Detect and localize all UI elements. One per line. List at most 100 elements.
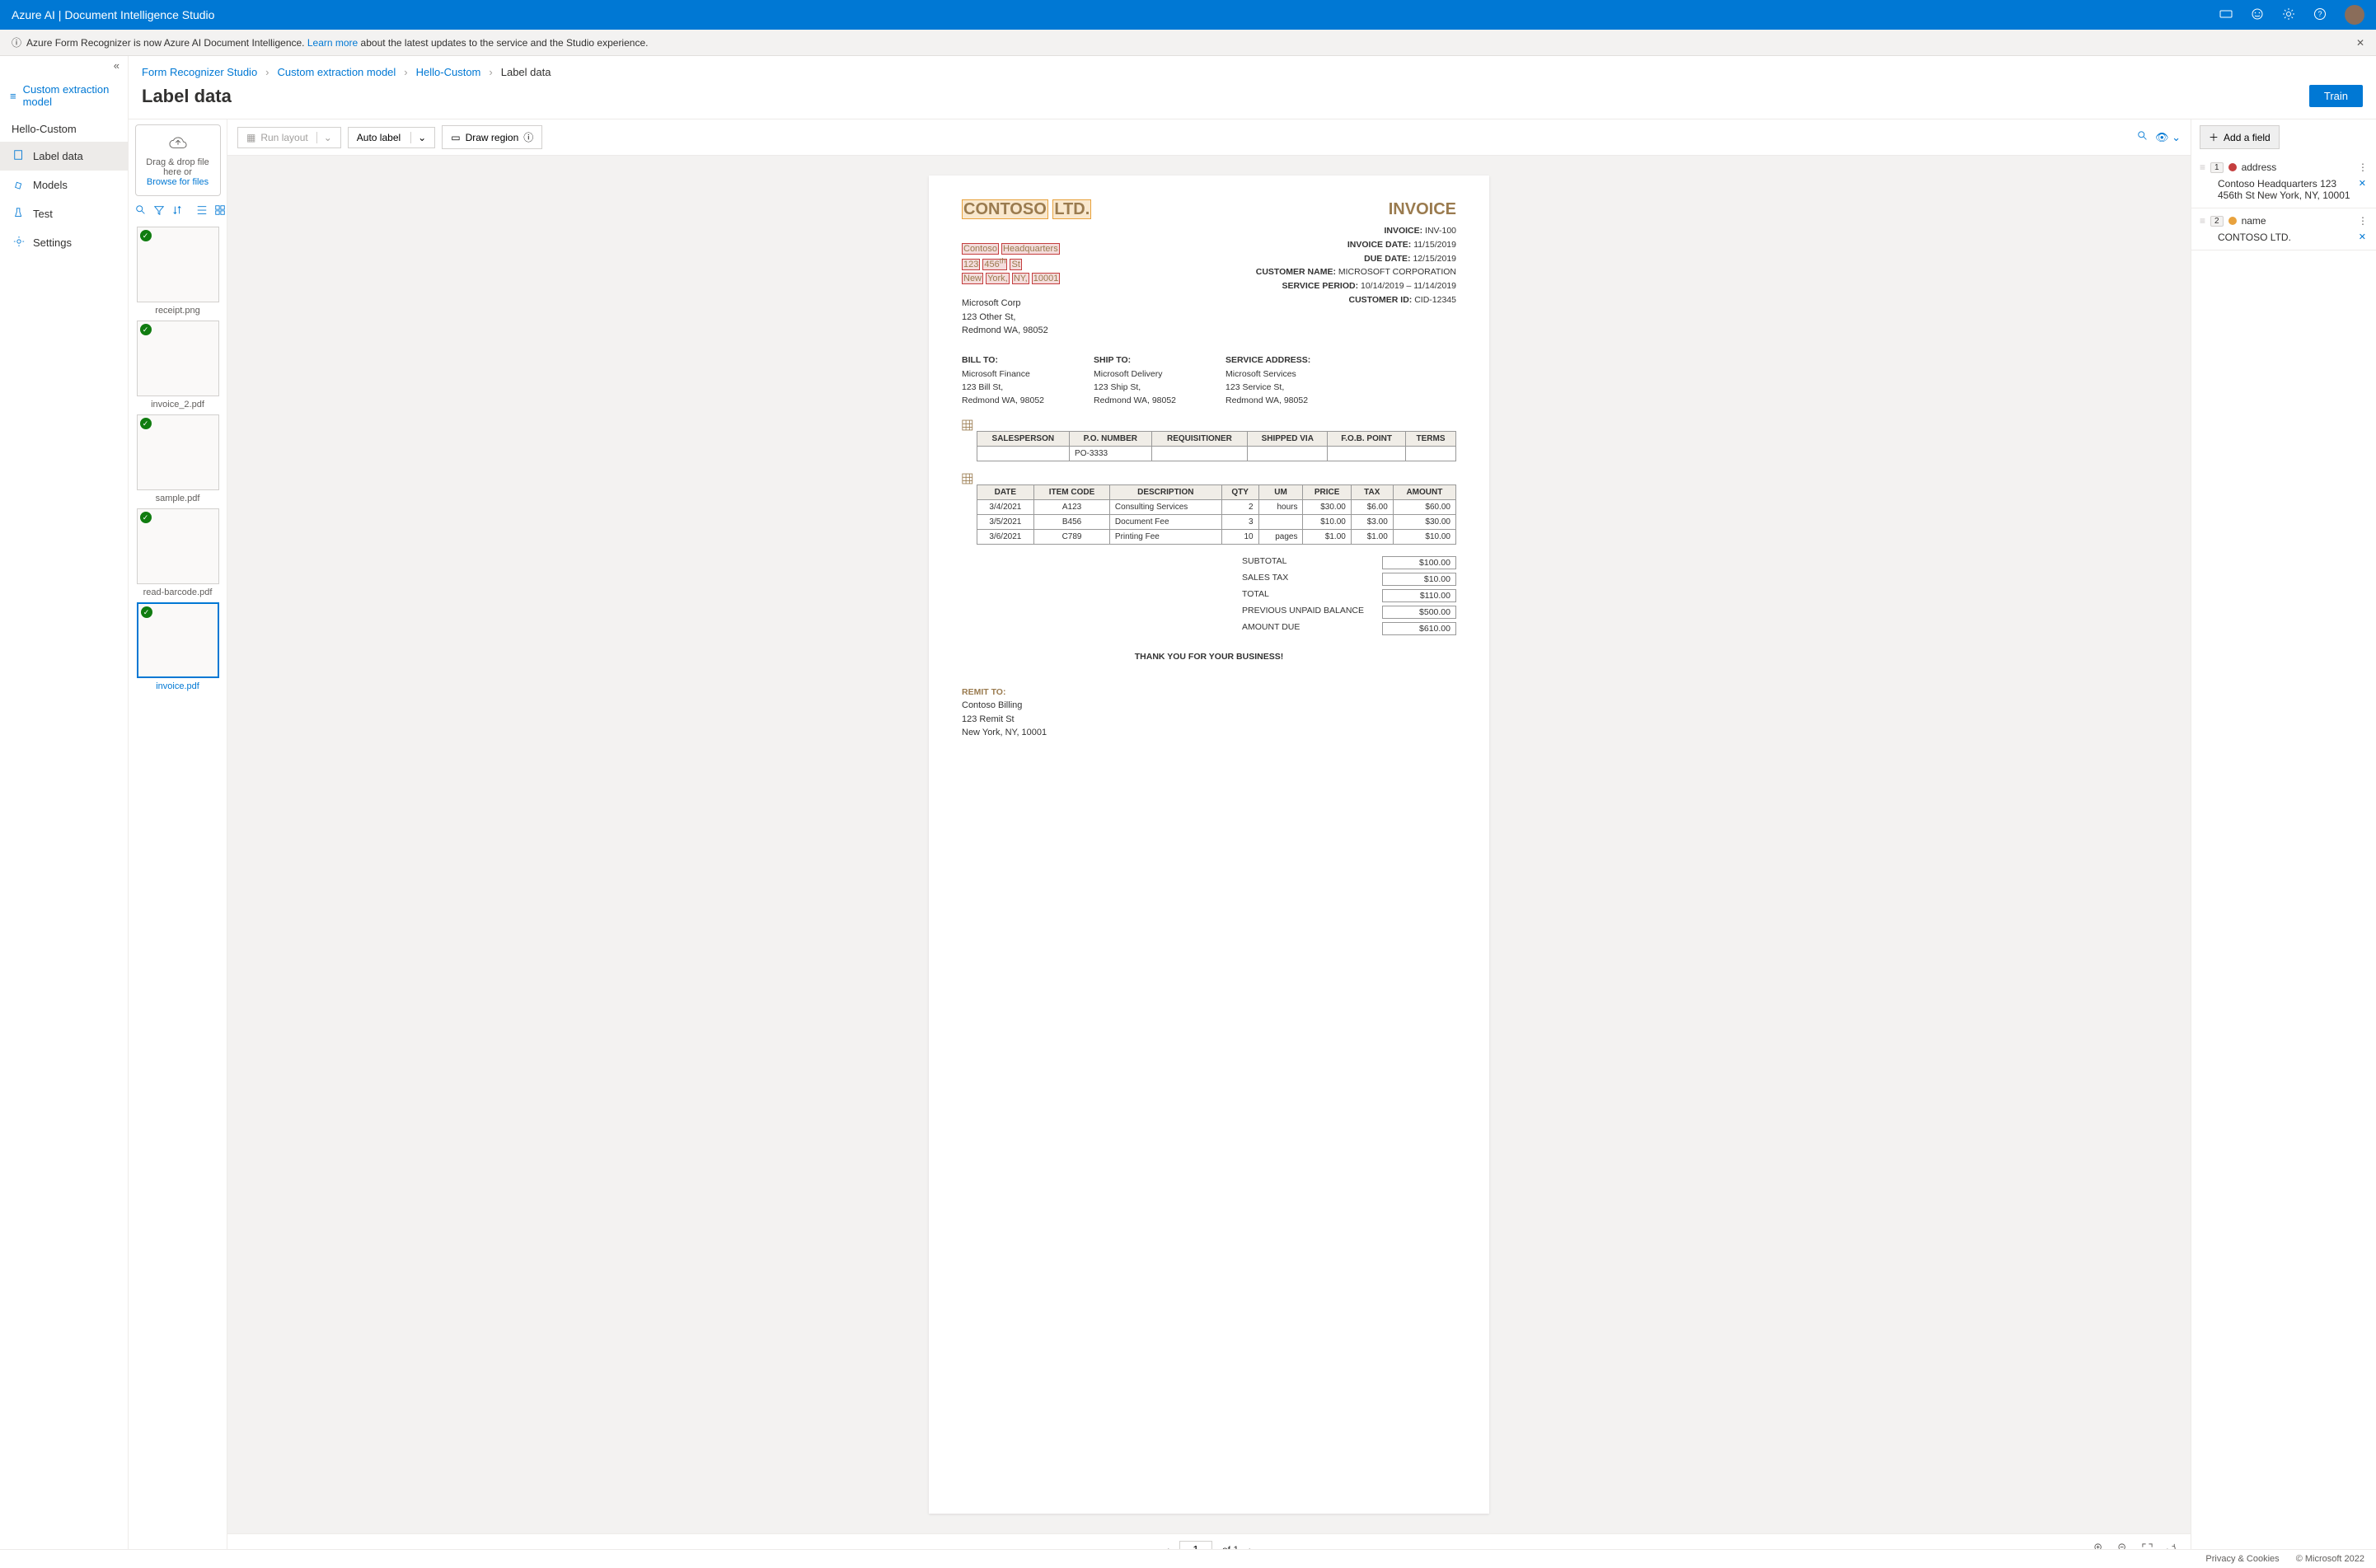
doc-company-address: Contoso Headquarters 123 456th St New Yo… [962, 242, 1091, 285]
breadcrumb-item[interactable]: Custom extraction model [278, 66, 396, 78]
check-icon: ✓ [140, 230, 152, 241]
thumbnail-receipt.png[interactable]: ✓ receipt.png [135, 227, 221, 316]
plus-icon: ＋ [2209, 130, 2219, 144]
color-dot [2228, 163, 2237, 171]
thumbnail-invoice.pdf[interactable]: ✓ invoice.pdf [135, 602, 221, 691]
privacy-link[interactable]: Privacy & Cookies [2205, 1554, 2279, 1564]
doc-company-name: CONTOSO LTD. [962, 200, 1091, 219]
doc-thanks: THANK YOU FOR YOUR BUSINESS! [962, 652, 1456, 662]
document-canvas[interactable]: CONTOSO LTD. Contoso Headquarters 123 45… [227, 156, 2191, 1533]
field-index: 2 [2210, 216, 2224, 227]
color-dot [2228, 217, 2237, 225]
sidebar-model-type[interactable]: ≡ Custom extraction model [0, 75, 128, 116]
thumb-label: receipt.png [135, 302, 221, 316]
sidebar-collapse-icon[interactable]: « [105, 56, 128, 75]
sidebar-item-settings[interactable]: Settings [0, 228, 128, 257]
top-bar-actions: ? [2219, 5, 2364, 25]
nav-icon [13, 236, 25, 250]
breadcrumb-item: Label data [501, 66, 551, 78]
sidebar-item-models[interactable]: Models [0, 171, 128, 199]
sidebar-item-label: Label data [33, 150, 83, 162]
check-icon: ✓ [140, 418, 152, 429]
doc-remit: REMIT TO:Contoso Billing123 Remit StNew … [962, 686, 1456, 740]
breadcrumb-item[interactable]: Hello-Custom [416, 66, 481, 78]
banner-close-icon[interactable]: ✕ [2356, 37, 2364, 49]
chevron-down-icon[interactable]: ⌄ [410, 132, 426, 143]
upload-icon [169, 133, 187, 152]
check-icon: ✓ [141, 606, 152, 618]
browse-files-link[interactable]: Browse for files [147, 177, 209, 187]
doc-table-items: DATEITEM CODEDESCRIPTIONQTYUMPRICETAXAMO… [977, 484, 1456, 545]
more-icon[interactable]: ⋮ [2358, 215, 2368, 227]
page-title: Label data [142, 86, 232, 107]
search-icon[interactable] [2137, 130, 2149, 144]
sort-icon[interactable] [171, 204, 183, 218]
thumb-label: sample.pdf [135, 490, 221, 503]
nav-icon [13, 207, 25, 221]
info-icon: ⓘ [12, 35, 21, 49]
layout-icon: ▦ [246, 132, 255, 143]
more-icon[interactable]: ⋮ [2358, 161, 2368, 173]
draw-region-button[interactable]: ▭Draw regionⓘ [442, 125, 542, 149]
grid-view-icon[interactable] [214, 204, 226, 218]
document-column: ▦Run layout⌄ Auto label⌄ ▭Draw regionⓘ 👁… [227, 119, 2191, 1565]
doc-address-columns: BILL TO:Microsoft Finance123 Bill St,Red… [962, 354, 1456, 408]
settings-icon[interactable] [2282, 7, 2295, 23]
remove-value-icon[interactable]: ✕ [2354, 232, 2366, 242]
model-icon: ≡ [10, 90, 16, 102]
fields-panel: ＋Add a field ≡1address⋮Contoso Headquart… [2191, 119, 2376, 1565]
breadcrumb-item[interactable]: Form Recognizer Studio [142, 66, 257, 78]
info-icon: ⓘ [523, 130, 533, 144]
help-icon[interactable]: ? [2313, 7, 2327, 23]
check-icon: ✓ [140, 512, 152, 523]
field-name: name [2242, 215, 2266, 227]
thumbnail-column: Drag & drop file here or Browse for file… [129, 119, 227, 1565]
field-value: Contoso Headquarters 123 456th St New Yo… [2218, 178, 2354, 201]
sidebar-project-name: Hello-Custom [0, 116, 128, 142]
field-address[interactable]: ≡1address⋮Contoso Headquarters 123 456th… [2191, 155, 2376, 208]
search-icon[interactable] [135, 204, 147, 218]
list-view-icon[interactable] [196, 204, 208, 218]
run-layout-button[interactable]: ▦Run layout⌄ [237, 127, 341, 148]
doc-invoice-meta: INVOICE: INV-100INVOICE DATE: 11/15/2019… [1256, 224, 1456, 307]
thumbnail-invoice_2.pdf[interactable]: ✓ invoice_2.pdf [135, 321, 221, 410]
feedback-icon[interactable] [2251, 7, 2264, 23]
field-name[interactable]: ≡2name⋮CONTOSO LTD.✕ [2191, 208, 2376, 250]
keyboard-icon[interactable] [2219, 7, 2233, 23]
footer-bar: Privacy & Cookies © Microsoft 2022 [0, 1549, 2376, 1568]
thumbnail-sample.pdf[interactable]: ✓ sample.pdf [135, 414, 221, 503]
auto-label-button[interactable]: Auto label⌄ [348, 127, 435, 148]
visibility-icon[interactable]: 👁 ⌄ [2155, 131, 2181, 144]
doc-customer-address: Microsoft Corp123 Other St,Redmond WA, 9… [962, 297, 1091, 338]
top-bar: Azure AI | Document Intelligence Studio … [0, 0, 2376, 30]
sidebar-item-label: Test [33, 208, 53, 220]
thumbnail-read-barcode.pdf[interactable]: ✓ read-barcode.pdf [135, 508, 221, 597]
nav-icon [13, 178, 25, 192]
drag-icon[interactable]: ≡ [2200, 215, 2205, 227]
thumb-tools [135, 201, 221, 222]
add-field-button[interactable]: ＋Add a field [2200, 125, 2280, 149]
chevron-down-icon[interactable]: ⌄ [316, 132, 332, 143]
field-name: address [2242, 161, 2277, 173]
learn-more-link[interactable]: Learn more [307, 37, 358, 49]
thumb-label: invoice.pdf [135, 678, 221, 691]
copyright: © Microsoft 2022 [2296, 1554, 2364, 1564]
sidebar-item-label: Models [33, 179, 68, 191]
drag-icon[interactable]: ≡ [2200, 161, 2205, 173]
user-avatar[interactable] [2345, 5, 2364, 25]
sidebar-item-test[interactable]: Test [0, 199, 128, 228]
region-icon: ▭ [451, 132, 460, 143]
table-icon [962, 473, 973, 484]
filter-icon[interactable] [153, 204, 165, 218]
left-sidebar: « ≡ Custom extraction model Hello-Custom… [0, 56, 129, 1565]
info-banner: ⓘ Azure Form Recognizer is now Azure AI … [0, 30, 2376, 56]
thumb-label: invoice_2.pdf [135, 396, 221, 410]
thumb-label: read-barcode.pdf [135, 584, 221, 597]
svg-text:?: ? [2317, 10, 2322, 18]
file-drop-zone[interactable]: Drag & drop file here or Browse for file… [135, 124, 221, 196]
app-title: Azure AI | Document Intelligence Studio [12, 8, 214, 21]
sidebar-item-label-data[interactable]: Label data [0, 142, 128, 171]
check-icon: ✓ [140, 324, 152, 335]
remove-value-icon[interactable]: ✕ [2354, 178, 2366, 189]
train-button[interactable]: Train [2309, 85, 2363, 107]
